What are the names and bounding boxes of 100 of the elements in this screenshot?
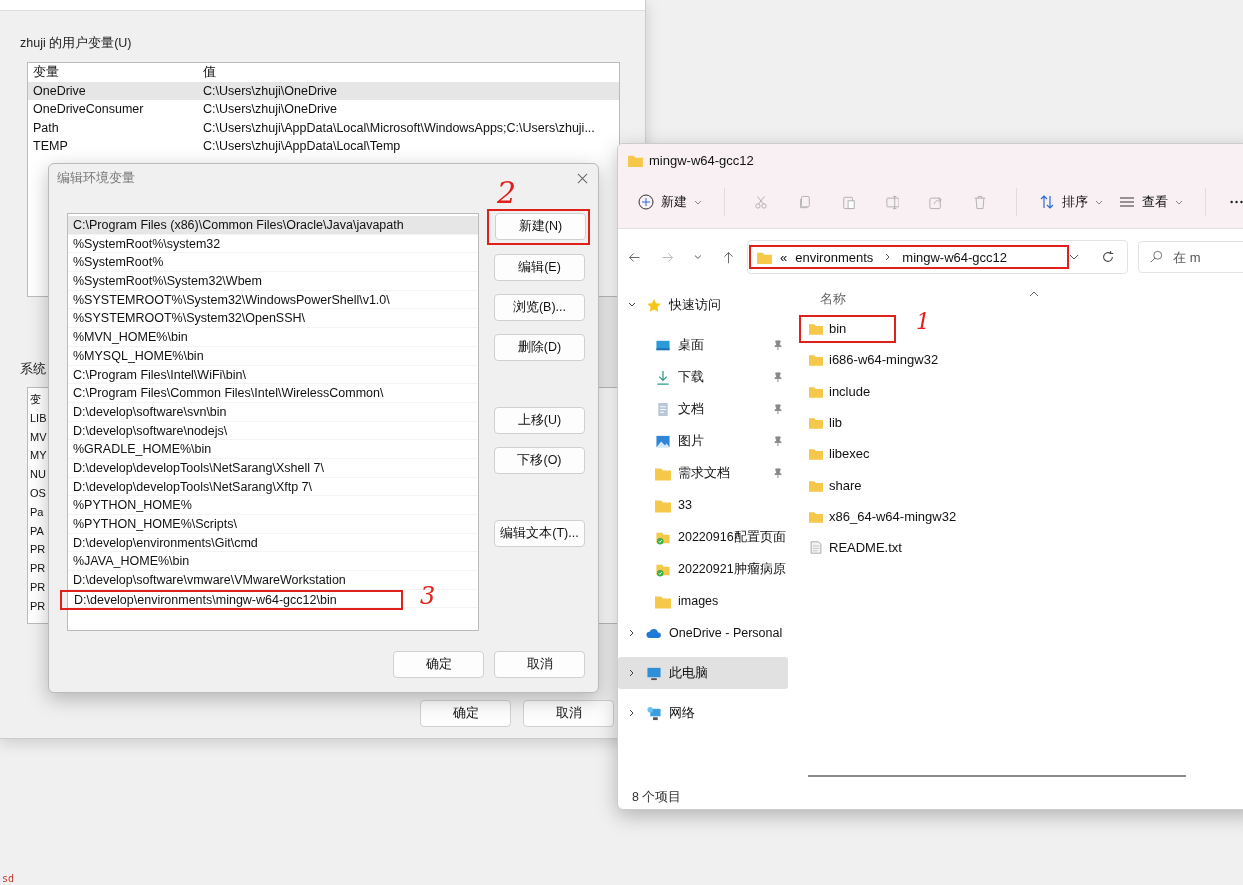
list-item[interactable]: D:\develop\environments\Git\cmd [68, 533, 478, 553]
list-item[interactable]: %SystemRoot% [68, 253, 478, 273]
list-item[interactable]: D:\develop\software\nodejs\ [68, 421, 478, 441]
chevron-right-icon[interactable] [628, 709, 636, 717]
list-item[interactable]: %MVN_HOME%\bin [68, 328, 478, 347]
path-text: D:\develop\software\vmware\VMwareWorkstation [73, 573, 346, 588]
close-icon[interactable] [577, 172, 588, 184]
text-file-icon [809, 541, 823, 555]
file-name: x86_64-w64-mingw32 [829, 508, 957, 524]
table-row[interactable]: Path C:\Users\zhuji\AppData\Local\Microsoft\WindowsApps;C:\Users\zhuji... [28, 118, 619, 137]
table-row[interactable]: OneDrive C:\Users\zhuji\OneDrive [28, 81, 619, 100]
dialog-button[interactable]: 浏览(B)... [494, 294, 585, 321]
dialog-button[interactable]: 取消 [523, 700, 614, 727]
nav-label: 快速访问 [669, 296, 721, 314]
address-bar[interactable]: « environments mingw-w64-gcc12 [747, 240, 1128, 274]
chevron-down-icon[interactable] [628, 301, 636, 309]
nav-item[interactable]: 20220916配置页面 [618, 521, 788, 553]
file-item[interactable]: x86_64-w64-mingw32 [802, 504, 957, 529]
dialog-button[interactable]: 确定 [393, 651, 484, 678]
section-label: 系统 [20, 361, 46, 378]
more-icon[interactable] [1229, 200, 1243, 204]
dialog-title: 编辑环境变量 [57, 169, 135, 187]
nav-item[interactable]: OneDrive - Personal [618, 617, 788, 649]
nav-label: OneDrive - Personal [669, 626, 783, 640]
list-item[interactable]: %PYTHON_HOME% [68, 496, 478, 515]
sort-button[interactable]: 排序 [1031, 187, 1112, 217]
table-row[interactable]: TEMP C:\Users\zhuji\AppData\Local\Temp [28, 137, 619, 156]
nav-item[interactable]: 33 [618, 489, 788, 521]
search-icon [1149, 250, 1163, 264]
list-item[interactable]: D:\develop\developTools\NetSarang\Xshell 7\ [68, 458, 478, 478]
dialog-button[interactable]: 上移(U) [494, 407, 585, 434]
overflow-chevrons[interactable]: « [780, 249, 788, 265]
search-field[interactable]: 在 m [1138, 241, 1243, 273]
refresh-icon[interactable] [1101, 250, 1115, 264]
breadcrumb[interactable]: environments [795, 249, 874, 265]
nav-item[interactable]: 需求文档 [618, 457, 788, 489]
file-item[interactable]: lib [802, 410, 842, 435]
path-text: C:\Program Files\Intel\WiFi\bin\ [73, 367, 246, 382]
list-item[interactable]: C:\Program Files\Common Files\Intel\WirelessCommon\ [68, 384, 478, 403]
pin-icon[interactable] [772, 467, 783, 479]
list-item[interactable]: D:\develop\software\svn\bin [68, 402, 478, 422]
chevron-right-icon[interactable] [628, 669, 636, 677]
nav-item[interactable]: 图片 [618, 425, 788, 457]
path-text: %SYSTEMROOT%\System32\WindowsPowerShell\v1.0\ [73, 292, 390, 307]
dialog-button[interactable]: 新建(N) [495, 213, 586, 240]
list-item[interactable]: D:\develop\developTools\NetSarang\Xftp 7\ [68, 477, 478, 497]
list-item[interactable]: %SYSTEMROOT%\System32\WindowsPowerShell\v1.0\ [68, 290, 478, 310]
dialog-button[interactable]: 取消 [494, 651, 585, 678]
pin-icon[interactable] [772, 403, 783, 415]
path-text: D:\develop\software\svn\bin [73, 404, 227, 419]
dialog-button[interactable]: 下移(O) [494, 447, 585, 474]
dialog-button[interactable]: 编辑文本(T)... [494, 520, 585, 547]
file-item[interactable]: README.txt [802, 535, 902, 560]
nav-item[interactable]: 快速访问 [618, 289, 788, 321]
list-item[interactable]: %PYTHON_HOME%\Scripts\ [68, 515, 478, 534]
dialog-button[interactable]: 确定 [420, 700, 511, 727]
pin-icon[interactable] [772, 435, 783, 447]
dialog-button[interactable]: 删除(D) [494, 334, 585, 361]
pin-icon[interactable] [772, 371, 783, 383]
breadcrumb[interactable]: mingw-w64-gcc12 [902, 249, 1008, 265]
list-item[interactable]: %JAVA_HOME%\bin [68, 552, 478, 572]
list-item[interactable]: %SystemRoot%\System32\Wbem [68, 272, 478, 291]
list-item[interactable]: %MYSQL_HOME%\bin [68, 346, 478, 366]
nav-item[interactable]: images [618, 585, 788, 617]
folder-icon [757, 250, 772, 264]
nav-item[interactable]: 文档 [618, 393, 788, 425]
chevron-right-icon[interactable] [628, 629, 636, 637]
pin-icon[interactable] [772, 339, 783, 351]
nav-item[interactable]: 桌面 [618, 329, 788, 361]
view-button[interactable]: 查看 [1111, 187, 1192, 217]
file-item[interactable]: libexec [802, 441, 870, 466]
folder-icon [809, 384, 823, 398]
table-cell-text: PA [29, 523, 44, 539]
file-item[interactable]: bin [802, 316, 894, 341]
list-item[interactable]: C:\Program Files (x86)\Common Files\Oracle\Java\javapath [68, 216, 478, 235]
nav-item[interactable]: 此电脑 [618, 657, 788, 689]
file-item[interactable]: include [802, 379, 871, 404]
scrollbar[interactable] [808, 775, 1186, 777]
list-item[interactable]: %SystemRoot%\system32 [68, 234, 478, 254]
list-item[interactable]: %GRADLE_HOME%\bin [68, 440, 478, 459]
nav-item[interactable]: 20220921肿瘤病原 [618, 553, 788, 585]
list-item[interactable]: C:\Program Files\Intel\WiFi\bin\ [68, 365, 478, 385]
table-row[interactable]: OneDriveConsumer C:\Users\zhuji\OneDrive [28, 100, 619, 119]
nav-label: 20220921肿瘤病原 [678, 560, 786, 578]
handwritten-number: 1 [916, 311, 930, 333]
chevron-down-icon[interactable] [1069, 254, 1079, 260]
dialog-button[interactable]: 编辑(E) [494, 254, 585, 281]
up-icon[interactable] [721, 249, 735, 265]
file-name: share [829, 477, 862, 493]
nav-item[interactable]: 下载 [618, 361, 788, 393]
column-header[interactable]: 名称 [820, 290, 846, 308]
file-item[interactable]: share [802, 473, 862, 498]
nav-label: 文档 [678, 400, 704, 418]
file-item[interactable]: i686-w64-mingw32 [802, 347, 939, 372]
new-button[interactable]: 新建 [630, 187, 710, 217]
list-item[interactable]: %SYSTEMROOT%\System32\OpenSSH\ [68, 309, 478, 329]
copy-icon[interactable] [797, 193, 812, 211]
path-text: %SYSTEMROOT%\System32\OpenSSH\ [73, 311, 305, 326]
nav-item[interactable]: 网络 [618, 697, 788, 729]
chevron-right-icon[interactable] [885, 253, 891, 261]
